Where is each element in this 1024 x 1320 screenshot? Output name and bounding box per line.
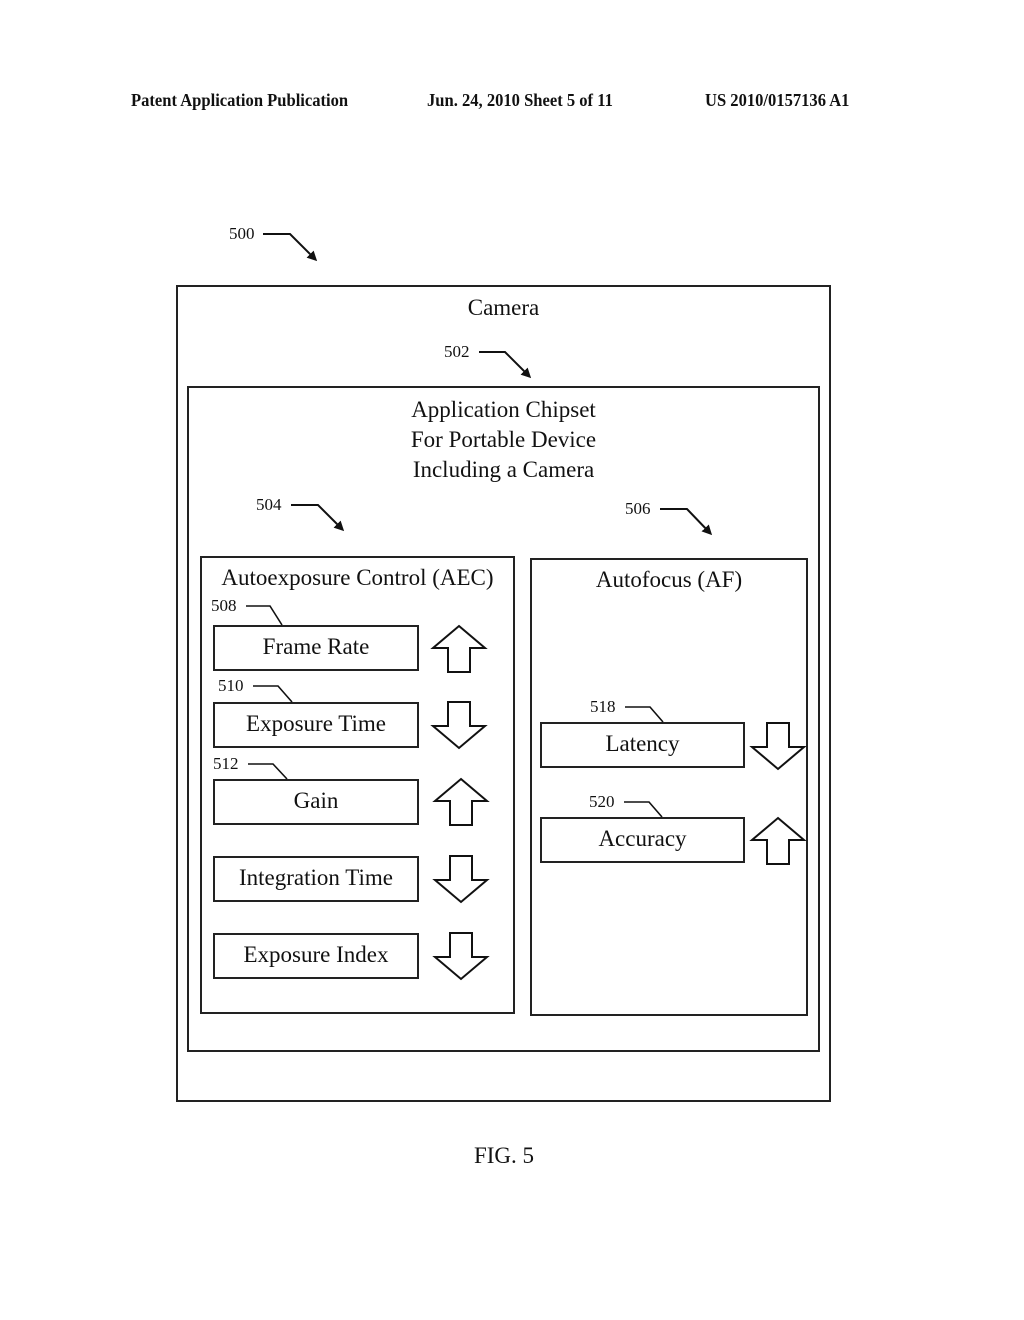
param-accuracy: Accuracy	[540, 817, 745, 863]
ref-518: 518	[590, 697, 616, 716]
chipset-label-line-2: For Portable Device	[410, 427, 597, 452]
param-exposure-time: Exposure Time	[213, 702, 419, 748]
camera-label: Camera	[467, 295, 540, 320]
chipset-label-line-3: Including a Camera	[412, 457, 595, 482]
ref-508: 508	[211, 596, 237, 615]
publication-title: Patent Application Publication	[131, 90, 349, 110]
ref-520: 520	[589, 792, 615, 811]
param-exposure-index: Exposure Index	[213, 933, 419, 979]
aec-label: Autoexposure Control (AEC)	[221, 565, 494, 590]
param-integration-time: Integration Time	[213, 856, 419, 902]
ref-510: 510	[218, 676, 244, 695]
ref-500: 500	[229, 224, 255, 243]
ref-512: 512	[213, 754, 239, 773]
af-box: Autofocus (AF)	[530, 558, 808, 1016]
figure-label: FIG. 5	[473, 1143, 535, 1168]
param-latency: Latency	[540, 722, 745, 768]
param-gain: Gain	[213, 779, 419, 825]
param-frame-rate: Frame Rate	[213, 625, 419, 671]
chipset-label-line-1: Application Chipset	[411, 397, 596, 422]
callout-arrow-500	[263, 233, 318, 262]
af-label: Autofocus (AF)	[595, 567, 743, 592]
publication-number: US 2010/0157136 A1	[705, 90, 850, 110]
publication-date-sheet: Jun. 24, 2010 Sheet 5 of 11	[427, 90, 613, 110]
